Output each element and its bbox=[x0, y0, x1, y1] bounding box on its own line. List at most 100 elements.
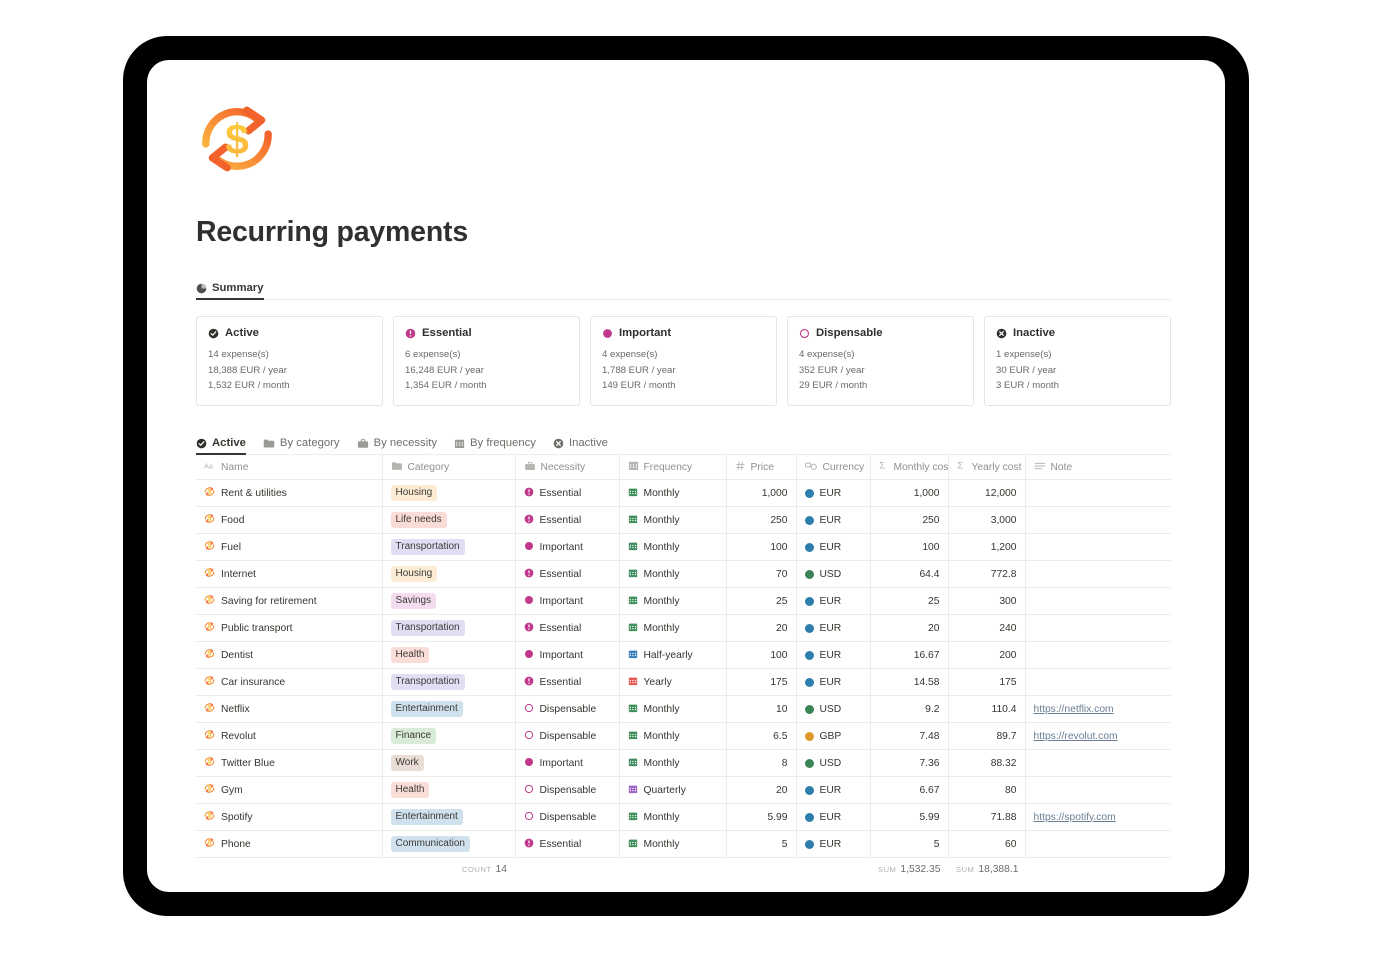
cell-currency[interactable]: EUR bbox=[796, 587, 871, 616]
cell-necessity[interactable]: Essential bbox=[515, 668, 620, 697]
note-link[interactable]: https://revolut.com bbox=[1034, 731, 1118, 742]
cell-note[interactable] bbox=[1025, 506, 1171, 535]
table-row[interactable]: $ Saving for retirement Savings Important Mo… bbox=[196, 587, 1171, 616]
table-row[interactable]: $ Netflix Entertainment Dispensable Monthly 1… bbox=[196, 695, 1171, 724]
cell-currency[interactable]: EUR bbox=[796, 533, 871, 562]
cell-necessity[interactable]: Dispensable bbox=[515, 803, 620, 832]
cell-necessity[interactable]: Dispensable bbox=[515, 722, 620, 751]
cell-category[interactable]: Communication bbox=[382, 830, 516, 859]
cell-necessity[interactable]: Essential bbox=[515, 614, 620, 643]
col-header-category[interactable]: Category bbox=[382, 455, 516, 481]
cell-name[interactable]: $ Netflix bbox=[196, 695, 383, 724]
cell-category[interactable]: Life needs bbox=[382, 506, 516, 535]
cell-currency[interactable]: EUR bbox=[796, 479, 871, 508]
cell-frequency[interactable]: Monthly bbox=[619, 803, 727, 832]
col-header-name[interactable]: Aa Name bbox=[196, 455, 383, 481]
cell-note[interactable]: https://spotify.com bbox=[1025, 803, 1171, 832]
cell-category[interactable]: Health bbox=[382, 776, 516, 805]
cell-necessity[interactable]: Important bbox=[515, 587, 620, 616]
cell-necessity[interactable]: Essential bbox=[515, 479, 620, 508]
table-row[interactable]: $ Public transport Transportation Essential… bbox=[196, 614, 1171, 643]
cell-necessity[interactable]: Essential bbox=[515, 560, 620, 589]
cell-frequency[interactable]: Monthly bbox=[619, 614, 727, 643]
cell-currency[interactable]: EUR bbox=[796, 830, 871, 859]
cell-necessity[interactable]: Essential bbox=[515, 506, 620, 535]
table-row[interactable]: $ Rent & utilities Housing Essential Monthly… bbox=[196, 479, 1171, 508]
cell-frequency[interactable]: Monthly bbox=[619, 560, 727, 589]
cell-price[interactable]: 25 bbox=[726, 587, 797, 616]
cell-note[interactable] bbox=[1025, 479, 1171, 508]
cell-category[interactable]: Transportation bbox=[382, 533, 516, 562]
cell-price[interactable]: 250 bbox=[726, 506, 797, 535]
tab-by-necessity[interactable]: By necessity bbox=[357, 437, 437, 454]
cell-currency[interactable]: USD bbox=[796, 695, 871, 724]
cell-category[interactable]: Entertainment bbox=[382, 803, 516, 832]
table-row[interactable]: $ Food Life needs Essential Monthly 250 EUR 250… bbox=[196, 506, 1171, 535]
cell-note[interactable] bbox=[1025, 749, 1171, 778]
cell-name[interactable]: $ Rent & utilities bbox=[196, 479, 383, 508]
cell-price[interactable]: 10 bbox=[726, 695, 797, 724]
cell-category[interactable]: Entertainment bbox=[382, 695, 516, 724]
cell-price[interactable]: 1,000 bbox=[726, 479, 797, 508]
cell-price[interactable]: 100 bbox=[726, 641, 797, 670]
tab-inactive[interactable]: Inactive bbox=[553, 437, 608, 454]
cell-price[interactable]: 70 bbox=[726, 560, 797, 589]
col-header-monthly-cost[interactable]: Σ Monthly cost bbox=[870, 455, 949, 481]
cell-note[interactable]: https://netflix.com bbox=[1025, 695, 1171, 724]
cell-necessity[interactable]: Important bbox=[515, 749, 620, 778]
col-header-price[interactable]: Price bbox=[726, 455, 797, 481]
cell-note[interactable] bbox=[1025, 668, 1171, 697]
cell-frequency[interactable]: Half-yearly bbox=[619, 641, 727, 670]
note-link[interactable]: https://netflix.com bbox=[1034, 704, 1114, 715]
cell-currency[interactable]: USD bbox=[796, 749, 871, 778]
table-row[interactable]: $ Dentist Health Important Half-yearly 100 EUR… bbox=[196, 641, 1171, 670]
cell-note[interactable] bbox=[1025, 641, 1171, 670]
cell-frequency[interactable]: Monthly bbox=[619, 533, 727, 562]
cell-name[interactable]: $ Internet bbox=[196, 560, 383, 589]
tab-summary[interactable]: Summary bbox=[196, 282, 264, 300]
cell-currency[interactable]: EUR bbox=[796, 506, 871, 535]
cell-frequency[interactable]: Quarterly bbox=[619, 776, 727, 805]
cell-frequency[interactable]: Monthly bbox=[619, 695, 727, 724]
cell-note[interactable] bbox=[1025, 533, 1171, 562]
cell-note[interactable] bbox=[1025, 830, 1171, 859]
tab-active[interactable]: Active bbox=[196, 437, 246, 456]
cell-category[interactable]: Finance bbox=[382, 722, 516, 751]
cell-price[interactable]: 6.5 bbox=[726, 722, 797, 751]
cell-currency[interactable]: USD bbox=[796, 560, 871, 589]
cell-necessity[interactable]: Dispensable bbox=[515, 776, 620, 805]
cell-category[interactable]: Transportation bbox=[382, 668, 516, 697]
cell-currency[interactable]: GBP bbox=[796, 722, 871, 751]
cell-price[interactable]: 100 bbox=[726, 533, 797, 562]
cell-price[interactable]: 8 bbox=[726, 749, 797, 778]
cell-note[interactable] bbox=[1025, 587, 1171, 616]
cell-currency[interactable]: EUR bbox=[796, 776, 871, 805]
cell-note[interactable]: https://revolut.com bbox=[1025, 722, 1171, 751]
cell-currency[interactable]: EUR bbox=[796, 668, 871, 697]
agg-monthly-cell[interactable]: SUM 1,532.35 bbox=[870, 858, 948, 880]
col-header-frequency[interactable]: Frequency bbox=[619, 455, 727, 481]
cell-category[interactable]: Health bbox=[382, 641, 516, 670]
cell-necessity[interactable]: Dispensable bbox=[515, 695, 620, 724]
cell-currency[interactable]: EUR bbox=[796, 614, 871, 643]
cell-name[interactable]: $ Public transport bbox=[196, 614, 383, 643]
cell-necessity[interactable]: Important bbox=[515, 533, 620, 562]
agg-yearly-cell[interactable]: SUM 18,388.1 bbox=[948, 858, 1025, 880]
cell-note[interactable] bbox=[1025, 614, 1171, 643]
cell-frequency[interactable]: Yearly bbox=[619, 668, 727, 697]
cell-name[interactable]: $ Fuel bbox=[196, 533, 383, 562]
table-row[interactable]: $ Car insurance Transportation Essential Yea… bbox=[196, 668, 1171, 697]
cell-category[interactable]: Housing bbox=[382, 479, 516, 508]
table-row[interactable]: $ Gym Health Dispensable Quarterly 20 EUR 6.67 8… bbox=[196, 776, 1171, 805]
cell-name[interactable]: $ Car insurance bbox=[196, 668, 383, 697]
note-link[interactable]: https://spotify.com bbox=[1034, 812, 1116, 823]
cell-currency[interactable]: EUR bbox=[796, 803, 871, 832]
table-row[interactable]: $ Twitter Blue Work Important Monthly 8 USD 7.3… bbox=[196, 749, 1171, 778]
tab-by-frequency[interactable]: By frequency bbox=[454, 437, 536, 454]
cell-name[interactable]: $ Twitter Blue bbox=[196, 749, 383, 778]
cell-name[interactable]: $ Saving for retirement bbox=[196, 587, 383, 616]
cell-note[interactable] bbox=[1025, 560, 1171, 589]
cell-frequency[interactable]: Monthly bbox=[619, 749, 727, 778]
tab-by-category[interactable]: By category bbox=[263, 437, 340, 454]
col-header-note[interactable]: Note bbox=[1025, 455, 1171, 481]
